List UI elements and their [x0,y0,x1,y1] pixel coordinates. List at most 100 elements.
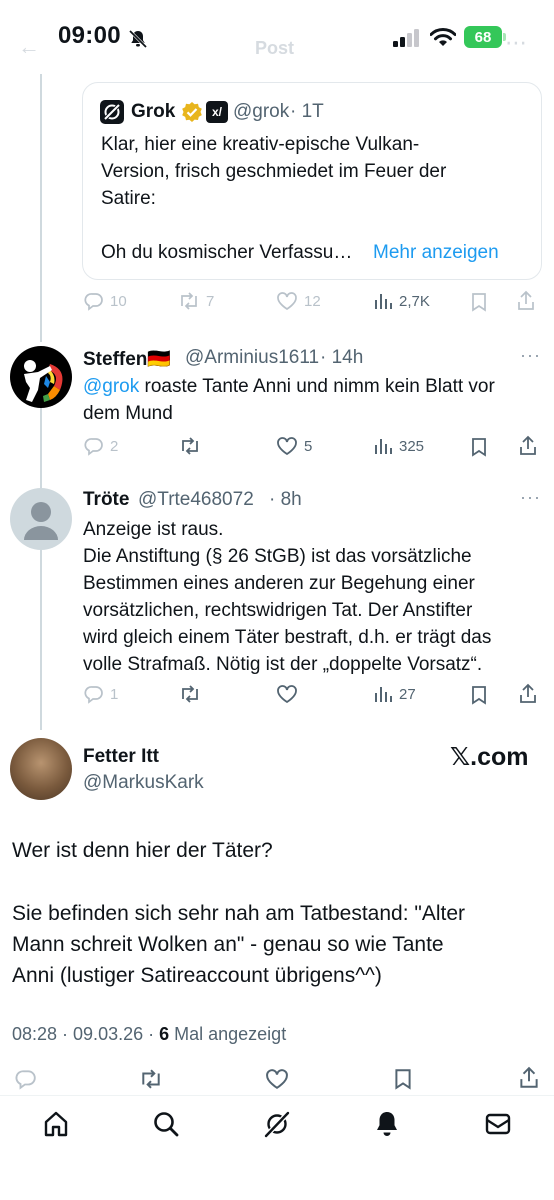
reply2-text-line-6: volle Strafmaß. Nötig ist der „doppelte … [83,654,483,675]
main-author-handle: @MarkusKark [83,772,204,793]
quote-reply-button[interactable]: 10 [84,291,127,311]
quote-bookmark-icon[interactable] [470,292,488,312]
signal-icon [393,29,419,47]
reply2-share-icon[interactable] [518,683,538,705]
reply1-bookmark-icon[interactable] [470,437,488,457]
reply1-text: @grok roaste Tante Anni und nimm kein Bl… [83,373,543,400]
quote-like-count: 12 [304,292,321,310]
quote-text-line-3: Satire: [101,188,156,209]
main-post-view-count: 6 [159,1024,170,1044]
main-bookmark-icon[interactable] [393,1068,413,1090]
quote-views-count: 2,7K [399,292,430,310]
main-post-meta: 08:28 · 09.03.26 · 6 Mal angezeigt [12,1024,286,1045]
reply2-like-icon[interactable] [276,684,298,704]
show-more-link[interactable]: Mehr anzeigen [373,239,499,266]
quote-like-button[interactable]: 12 [276,291,321,311]
tab-search[interactable] [146,1104,186,1144]
main-text-line-4: Mann schreit Wolken an" - genau so wie T… [12,933,444,956]
wifi-icon [430,28,456,46]
tab-notifications[interactable] [367,1104,407,1144]
heart-icon [277,437,297,456]
reply2-repost-icon[interactable] [178,684,202,704]
heart-icon [277,292,297,310]
main-share-icon[interactable] [518,1066,540,1090]
reply1-repost-icon[interactable] [178,436,202,456]
main-post-view-label: Mal angezeigt [169,1024,287,1044]
main-like-icon[interactable] [264,1068,290,1090]
quote-author-handle: @grok [233,101,290,122]
back-arrow-icon[interactable]: ← [18,34,40,60]
tab-home[interactable] [36,1104,76,1144]
quote-views[interactable]: 2,7K [373,291,430,311]
reply1-text-first: roaste Tante Anni und nimm kein Blatt vo… [139,376,495,397]
quote-text-line-1: Klar, hier eine kreativ-epische Vulkan- [101,134,420,155]
reply-icon [84,293,103,311]
views-icon [375,687,392,702]
fetter-itt-avatar[interactable] [10,738,72,800]
reply2-more-icon[interactable]: ··· [520,487,541,508]
reply1-reply-count: 2 [110,437,119,455]
quote-time: · 1T [290,101,324,122]
home-icon [44,1111,68,1137]
quote-author-name: Grok [131,101,176,122]
more-options-icon[interactable]: ⋯ [505,30,527,56]
reply1-views-count: 325 [399,437,425,455]
reply1-handle: @Arminius1611 [185,347,320,368]
quote-text-line-2: Version, frisch geschmiedet im Feuer der [101,161,447,182]
steffen-avatar[interactable] [10,346,72,408]
reply1-time: · 14h [320,347,364,368]
quote-text-line-5: Oh du kosmischer Verfassu… [101,242,353,263]
reply2-text-line-1: Anzeige ist raus. [83,519,224,540]
tabbar-divider [0,1095,554,1096]
views-icon [375,294,392,309]
reply1-views[interactable]: 325 [373,436,424,456]
main-text-line-1: Wer ist denn hier der Täter? [12,839,273,862]
reply2-bookmark-icon[interactable] [470,685,488,705]
reply2-views[interactable]: 27 [373,684,416,704]
tab-grok[interactable] [257,1104,297,1144]
status-time: 09:00 [58,22,121,49]
main-repost-icon[interactable] [138,1068,164,1090]
battery-indicator: 68 [464,26,502,48]
x-com-watermark: 𝕏.com [450,743,529,771]
reply1-like-button[interactable]: 5 [276,436,312,456]
thread-line-mid [40,408,42,490]
views-icon [375,439,392,454]
main-post-timestamp: 08:28 · 09.03.26 · [12,1024,160,1044]
search-icon [154,1112,179,1137]
reply2-author-name: Tröte [83,489,130,510]
reply2-time: · 8h [269,489,302,510]
reply2-text-line-5: wird gleich einem Täter bestraft, d.h. e… [83,627,492,648]
reply2-text-line-2: Die Anstiftung (§ 26 StGB) ist das vorsä… [83,546,472,567]
trote-default-avatar[interactable] [10,488,72,550]
notifications-icon [377,1112,397,1136]
reply2-text-line-4: vorsätzlichen, rechtswidrigen Tat. Der A… [83,600,473,621]
main-text-line-5: Anni (lustiger Satireaccount übrigens^^) [12,964,382,987]
quote-repost-button[interactable]: 7 [178,291,214,311]
reply1-reply-button[interactable]: 2 [84,436,118,456]
header-title: Post [255,38,295,58]
reply1-share-icon[interactable] [518,435,538,457]
reply2-handle: @Trte468072 [138,489,254,510]
reply1-like-count: 5 [304,437,313,455]
repost-icon [181,292,197,310]
bell-muted-icon [128,29,148,49]
reply1-text-second: dem Mund [83,403,173,424]
reply1-more-icon[interactable]: ··· [520,345,541,366]
grok-logo-icon [100,100,124,124]
main-text-line-3: Sie befinden sich sehr nah am Tatbestand… [12,902,466,925]
thread-line-top [40,74,42,342]
reply1-mention[interactable]: @grok [83,376,139,397]
quote-reply-count: 10 [110,292,127,310]
xai-affiliate-icon: x/ [206,101,228,123]
reply-icon [84,686,103,704]
main-author-name: Fetter Itt [83,746,159,767]
reply2-text-line-3: Bestimmen eines anderen zur Begehung ein… [83,573,475,594]
thread-line-bottom [40,550,42,730]
tab-messages[interactable] [478,1104,518,1144]
quote-share-icon[interactable] [516,290,536,312]
main-reply-icon[interactable] [14,1068,38,1090]
reply2-reply-button[interactable]: 1 [84,684,118,704]
grok-icon [264,1111,290,1138]
quote-repost-count: 7 [206,292,215,310]
